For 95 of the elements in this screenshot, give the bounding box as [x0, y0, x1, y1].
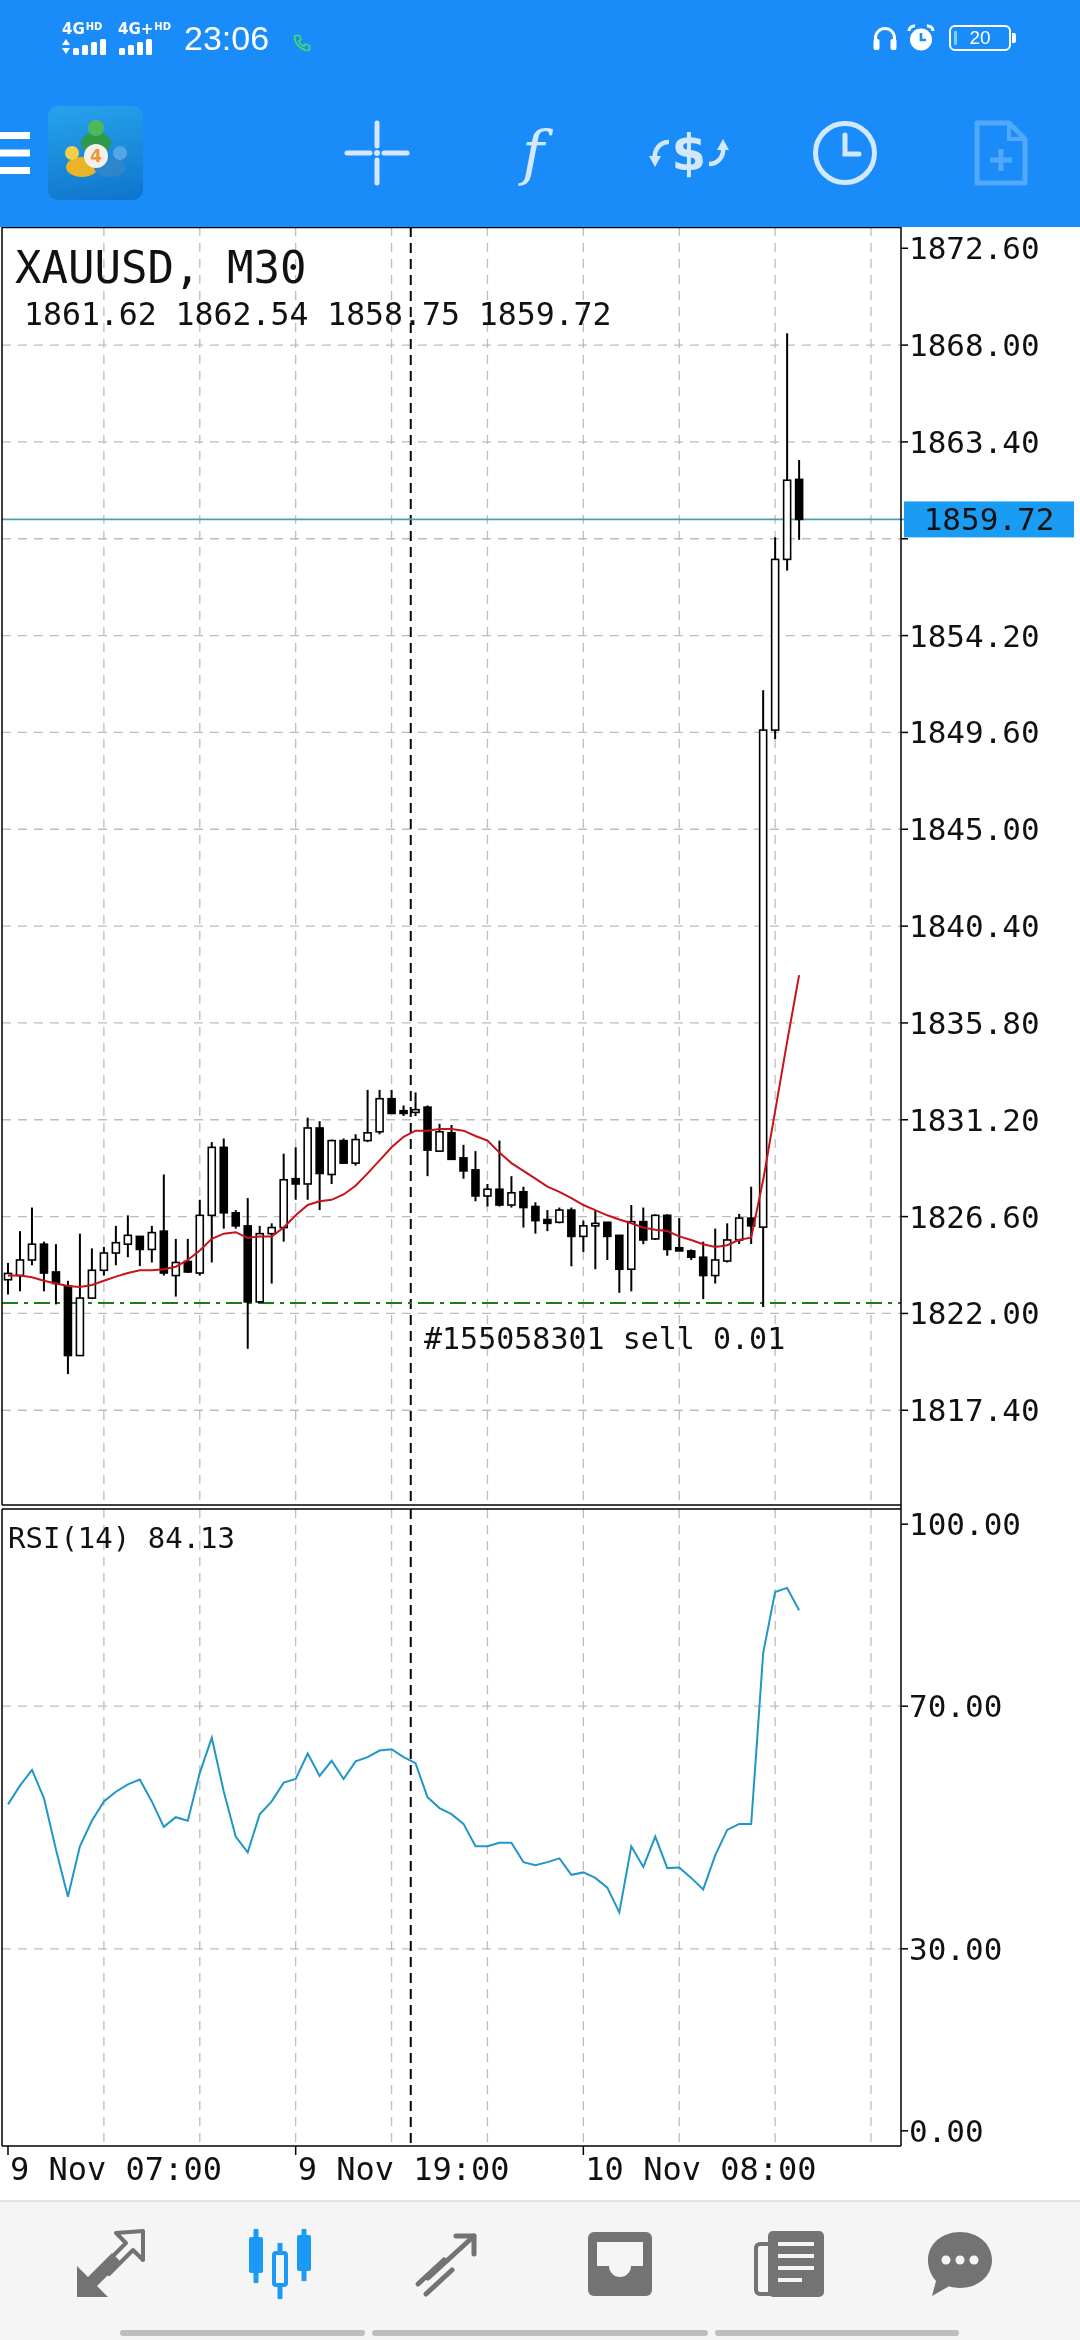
double-arrow-icon: [74, 2228, 146, 2300]
candle: [39, 1240, 49, 1293]
candle: [531, 1201, 540, 1235]
candle: [555, 1206, 564, 1225]
candle: [579, 1219, 588, 1253]
candle: [650, 1213, 660, 1241]
hd-label: HD: [154, 20, 171, 32]
candle: [543, 1209, 552, 1233]
clock-icon: [812, 120, 878, 186]
document-plus-icon: [974, 120, 1028, 186]
rsi-label: RSI(14) 84.13: [8, 1521, 235, 1555]
candle: [291, 1146, 300, 1201]
price-label: 1822.00: [909, 1295, 1040, 1332]
candle: [698, 1240, 708, 1301]
ref-line-label: 1859.72: [923, 501, 1055, 538]
candle: [111, 1224, 121, 1267]
candle: [135, 1235, 145, 1268]
candle: [327, 1138, 336, 1185]
currency-button[interactable]: $: [629, 103, 749, 203]
crosshair-icon: [344, 120, 410, 186]
price-label: 1863.40: [909, 423, 1040, 460]
rsi-level-label: 0.00: [909, 2112, 984, 2149]
order-label: #155058301 sell 0.01: [424, 1320, 786, 1356]
candle: [435, 1122, 444, 1153]
price-label: 1868.00: [909, 327, 1040, 364]
candle: [387, 1088, 396, 1115]
candle: [591, 1209, 600, 1271]
candle: [339, 1137, 348, 1165]
candle: [746, 1185, 756, 1245]
phone-icon: [293, 33, 312, 52]
ohlc-value: 1858.75: [327, 296, 460, 332]
candle: [734, 1212, 744, 1245]
network-type-label: 4G+: [118, 20, 154, 38]
newspaper-icon: [754, 2228, 826, 2300]
price-label: 1817.40: [909, 1392, 1040, 1429]
status-time: 23:06: [184, 17, 270, 58]
candle: [171, 1237, 181, 1298]
function-button[interactable]: f: [473, 103, 593, 203]
price-label: 1845.00: [909, 811, 1040, 848]
candle: [15, 1230, 25, 1293]
candle: [27, 1206, 37, 1267]
time-label: 9 Nov 19:00: [297, 2150, 510, 2188]
candle: [123, 1214, 133, 1259]
candle: [662, 1213, 672, 1257]
candle: [351, 1133, 360, 1167]
candle: [147, 1224, 157, 1264]
candle: [722, 1222, 732, 1264]
rsi-level-label: 30.00: [909, 1930, 1003, 1967]
candle: [615, 1234, 624, 1294]
candle: [363, 1088, 372, 1144]
candle: [519, 1185, 528, 1229]
hd-label: HD: [85, 20, 103, 32]
candle: [495, 1139, 504, 1208]
price-label: 1826.60: [909, 1198, 1040, 1235]
candle: [399, 1104, 408, 1117]
candle: [447, 1124, 456, 1161]
price-label: 1831.20: [909, 1101, 1040, 1138]
candle: [231, 1209, 241, 1230]
candle: [710, 1227, 720, 1285]
time-label: 10 Nov 08:00: [585, 2150, 817, 2188]
price-label: 1840.40: [909, 908, 1040, 945]
rsi-level-label: 70.00: [909, 1688, 1003, 1725]
candle: [483, 1182, 492, 1208]
battery-indicator: 20: [949, 24, 1016, 51]
candle: [411, 1091, 420, 1117]
app-logo[interactable]: 4: [48, 106, 143, 200]
candle: [603, 1221, 612, 1261]
candle: [674, 1217, 684, 1252]
candle: [183, 1237, 193, 1274]
rsi-level-label: 100.00: [909, 1507, 1021, 1543]
candle: [375, 1088, 384, 1136]
candle: [639, 1206, 648, 1246]
headphones-icon: [872, 24, 898, 51]
alarm-clock-icon: [907, 23, 935, 52]
chart-title: XAUUSD, M30: [15, 242, 307, 293]
ohlc-value: 1859.72: [478, 296, 612, 332]
candle: [99, 1245, 109, 1277]
price-label: 1849.60: [909, 714, 1040, 751]
candle: [686, 1248, 696, 1261]
candle: [459, 1143, 468, 1180]
candle: [567, 1206, 576, 1268]
price-label: 1872.60: [909, 230, 1040, 267]
time-label: 9 Nov 07:00: [10, 2150, 222, 2188]
current-price-badge: 1859.72: [904, 501, 1074, 538]
candle: [51, 1243, 61, 1306]
candle: [267, 1222, 276, 1285]
candle: [507, 1175, 516, 1209]
price-label: 1835.80: [909, 1004, 1040, 1041]
candle: [87, 1247, 97, 1301]
ohlc-value: 1862.54: [175, 296, 309, 332]
candle: [471, 1150, 480, 1203]
menu-icon[interactable]: [0, 132, 30, 174]
network-type-label: 4G: [62, 20, 85, 38]
price-label: 1854.20: [909, 617, 1040, 654]
ohlc-value: 1861.62: [24, 296, 157, 332]
